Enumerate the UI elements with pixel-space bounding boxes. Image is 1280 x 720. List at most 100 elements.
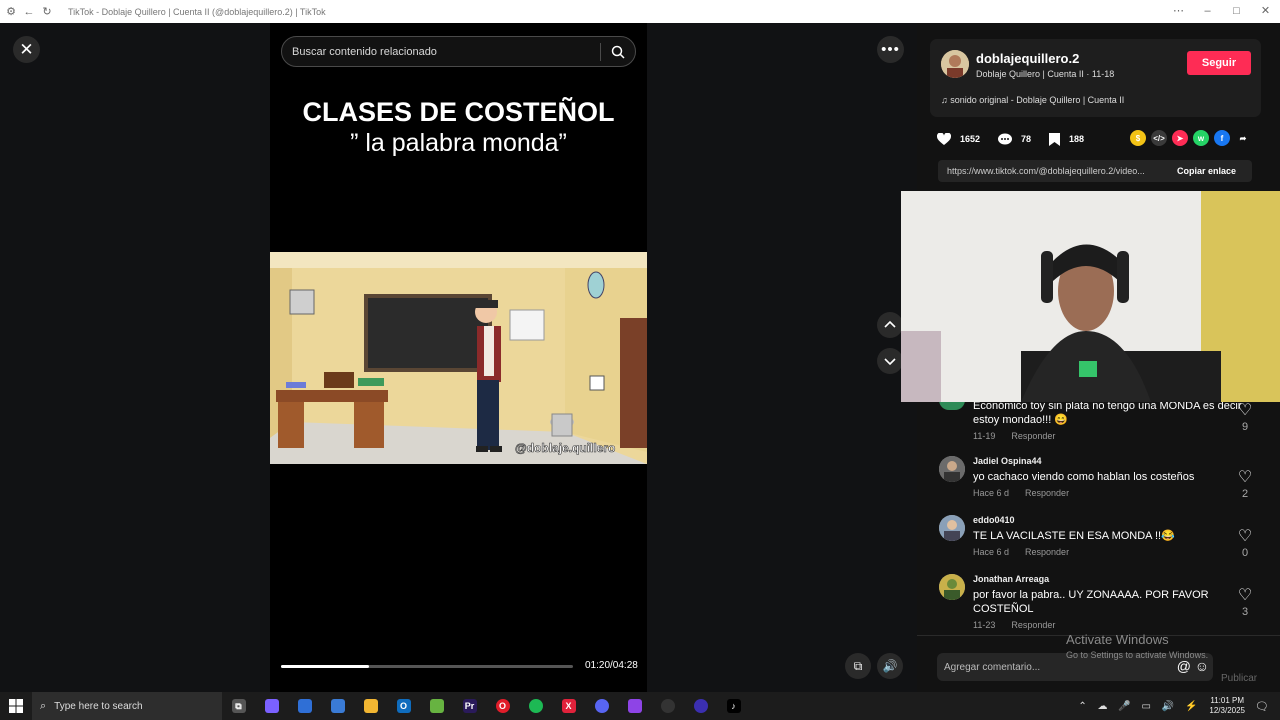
more-options-button[interactable]: •••: [877, 36, 904, 63]
comment-like[interactable]: ♡ 3: [1235, 585, 1255, 618]
options-icon[interactable]: ⋯: [1164, 0, 1193, 23]
reply-button[interactable]: Responder: [1025, 547, 1069, 557]
refresh-icon[interactable]: ↻: [40, 5, 54, 19]
comment-text: Económico toy sin plata no tengo una MON…: [973, 400, 1242, 426]
author-card: doblajequillero.2 Doblaje Quillero | Cue…: [930, 39, 1261, 117]
heart-outline-icon: ♡: [1237, 587, 1253, 604]
notification-icon[interactable]: 🗨: [1255, 700, 1275, 713]
comment-text: por favor la pabra.. UY ZONAAAA. POR FAV…: [973, 589, 1209, 615]
search-icon[interactable]: [601, 45, 635, 59]
comment-like-count: 9: [1241, 421, 1249, 433]
tray-icons[interactable]: ⌃ ☁ 🎤 ▭ 🔊 ⚡: [1078, 701, 1201, 712]
opera-icon[interactable]: O: [486, 692, 519, 720]
author-username[interactable]: doblajequillero.2: [976, 51, 1079, 66]
related-search[interactable]: Buscar contenido relacionado: [281, 36, 636, 67]
heart-outline-icon: ♡: [1237, 528, 1253, 545]
start-button[interactable]: [0, 692, 32, 720]
taskbar-search-placeholder: Type here to search: [54, 700, 143, 712]
follow-button[interactable]: Seguir: [1187, 51, 1251, 75]
video-player[interactable]: Buscar contenido relacionado CLASES DE C…: [270, 23, 647, 692]
comment-like-count: 0: [1241, 547, 1249, 559]
taskbar-clock[interactable]: 11:01 PM 12/3/2025: [1209, 696, 1245, 716]
copilot-icon[interactable]: [255, 692, 288, 720]
save-stat[interactable]: 188: [1049, 132, 1085, 146]
comment-like[interactable]: ♡ 9: [1235, 400, 1255, 433]
volume-button[interactable]: 🔊: [877, 653, 903, 679]
reply-button[interactable]: Responder: [1011, 620, 1055, 630]
comment-time: Hace 6 d: [973, 547, 1010, 557]
share-url[interactable]: https://www.tiktok.com/@doblajequillero.…: [947, 166, 1171, 176]
search-input[interactable]: Buscar contenido relacionado: [292, 46, 600, 58]
engagement-stats: 1652 78 188: [937, 129, 1102, 149]
send-icon[interactable]: ➤: [1172, 130, 1188, 146]
reply-button[interactable]: Responder: [1025, 488, 1069, 498]
comment-stat[interactable]: 78: [998, 133, 1031, 146]
outlook-icon[interactable]: O: [387, 692, 420, 720]
browser-icon[interactable]: [684, 692, 717, 720]
author-avatar[interactable]: [941, 50, 969, 78]
tiktok-icon[interactable]: ♪: [717, 692, 750, 720]
obs-icon[interactable]: [651, 692, 684, 720]
video-progress-bar[interactable]: [281, 665, 573, 668]
next-video-button[interactable]: [877, 348, 903, 374]
clock-time: 11:01 PM: [1210, 696, 1245, 705]
previous-video-button[interactable]: [877, 312, 903, 338]
more-icon: •••: [881, 41, 900, 58]
floating-player-button[interactable]: ⧉: [845, 653, 871, 679]
comment-username[interactable]: Jadiel Ospina44: [973, 456, 1042, 466]
minimize-icon[interactable]: –: [1193, 0, 1222, 23]
publish-button[interactable]: Publicar: [1221, 673, 1257, 684]
facebook-icon[interactable]: f: [1214, 130, 1230, 146]
heart-outline-icon: ♡: [1237, 402, 1253, 419]
store-icon[interactable]: [321, 692, 354, 720]
bookmark-icon: [1049, 132, 1061, 146]
browser-menu-icon[interactable]: ⚙: [4, 5, 18, 19]
emoji-icon[interactable]: ☺: [1195, 658, 1209, 674]
taskbar-search[interactable]: ⌕ Type here to search: [32, 692, 222, 720]
video-progress-fill: [281, 665, 369, 668]
comment-like[interactable]: ♡ 2: [1235, 467, 1255, 500]
comment-time: 11-23: [973, 620, 996, 630]
spotify-icon[interactable]: [519, 692, 552, 720]
coin-icon[interactable]: $: [1130, 130, 1146, 146]
video-watermark: @doblaje.quillero: [515, 441, 615, 455]
close-window-icon[interactable]: ✕: [1251, 0, 1280, 23]
comment-avatar[interactable]: [939, 515, 965, 541]
windows-activation-watermark: Activate Windows Go to Settings to activ…: [1066, 632, 1280, 660]
capcut-icon[interactable]: X: [552, 692, 585, 720]
reply-button[interactable]: Responder: [1011, 431, 1055, 441]
volume-icon: 🔊: [882, 659, 898, 673]
mention-icon[interactable]: @: [1177, 658, 1191, 674]
comment-username[interactable]: Jonathan Arreaga: [973, 574, 1049, 584]
back-icon[interactable]: ←: [22, 5, 36, 19]
premiere-icon[interactable]: Pr: [453, 692, 486, 720]
embed-icon[interactable]: </>: [1151, 130, 1167, 146]
copy-link-button[interactable]: Copiar enlace: [1177, 166, 1236, 176]
music-line[interactable]: ♫ sonido original - Doblaje Quillero | C…: [941, 95, 1124, 105]
like-stat[interactable]: 1652: [937, 132, 980, 146]
comment-username[interactable]: eddo0410: [973, 515, 1015, 525]
bluestacks-icon[interactable]: [420, 692, 453, 720]
save-count: 188: [1069, 134, 1085, 144]
comment-meta: Hace 6 d Responder: [973, 547, 1069, 557]
maximize-icon[interactable]: □: [1222, 0, 1251, 23]
close-button[interactable]: ✕: [13, 36, 40, 63]
video-caption-title: CLASES DE COSTEÑOL: [302, 97, 615, 127]
comment-like[interactable]: ♡ 0: [1235, 526, 1255, 559]
comment-avatar[interactable]: [939, 456, 965, 482]
calendar-app-icon[interactable]: [288, 692, 321, 720]
window-controls: ⋯ – □ ✕: [1164, 0, 1280, 23]
comment-meta: Hace 6 d Responder: [973, 488, 1069, 498]
comment-placeholder: Agregar comentario...: [944, 661, 1041, 673]
whatsapp-icon[interactable]: w: [1193, 130, 1209, 146]
classroom-scene: @doblaje.quillero: [270, 252, 647, 464]
file-explorer-icon[interactable]: [354, 692, 387, 720]
twitch-icon[interactable]: [618, 692, 651, 720]
music-note-icon: ♫: [941, 95, 951, 105]
share-arrow-icon[interactable]: ➦: [1235, 130, 1251, 146]
music-title: sonido original - Doblaje Quillero | Cue…: [950, 95, 1125, 105]
discord-icon[interactable]: [585, 692, 618, 720]
comment-avatar[interactable]: [939, 574, 965, 600]
task-view-icon[interactable]: ⧉: [222, 692, 255, 720]
comment-like-count: 3: [1241, 606, 1249, 618]
